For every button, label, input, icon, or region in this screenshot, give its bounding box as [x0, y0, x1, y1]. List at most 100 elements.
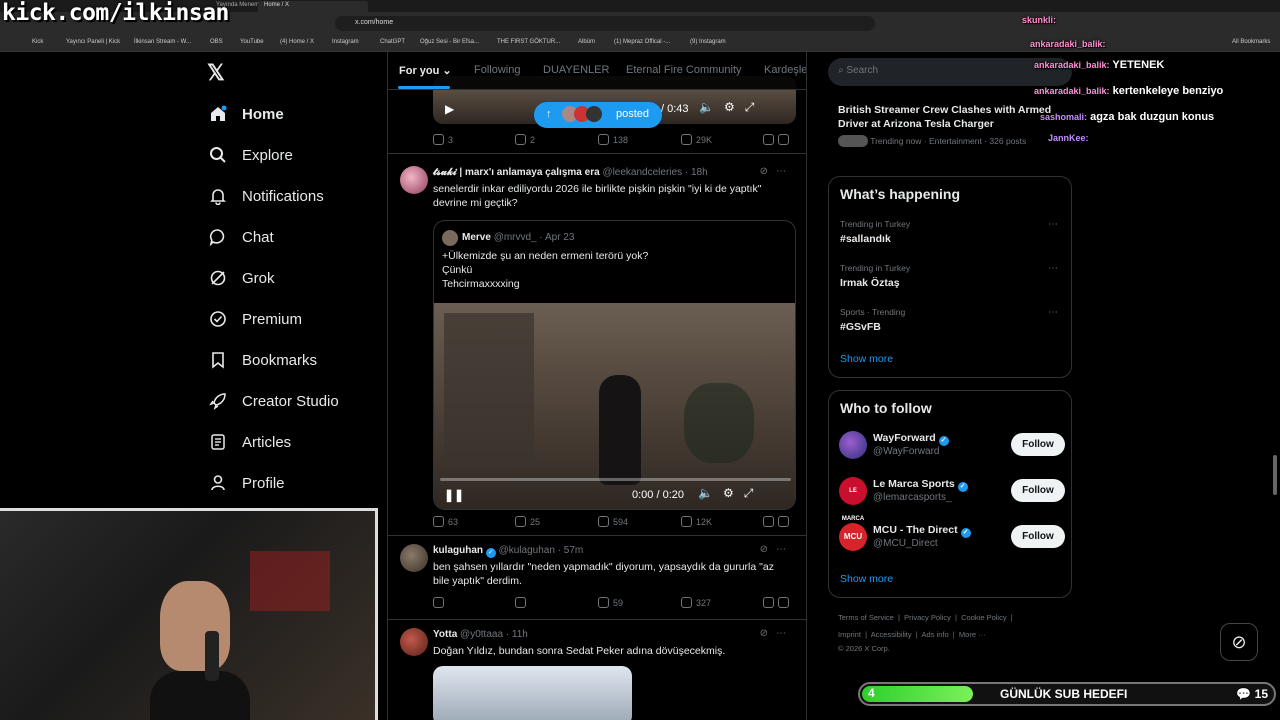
footer-link[interactable]: Cookie Policy [961, 613, 1006, 622]
grok-fab-icon[interactable]: ⊘ [1220, 623, 1258, 661]
author-handle[interactable]: @kulaguhan [499, 545, 555, 556]
views-button[interactable]: 29K [681, 134, 712, 145]
url-input[interactable]: x.com/home [335, 16, 875, 31]
bookmark-item[interactable]: THE FIRST GÖKTUR... [497, 39, 560, 45]
footer-link[interactable]: Terms of Service [838, 613, 894, 622]
author-name[interactable]: kulaguhan [433, 545, 483, 556]
tweet[interactable]: 𝓽𝓼𝓾𝓴𝓲 | marx'ı anlamaya çalışma era @lee… [388, 154, 806, 536]
like-button[interactable]: 138 [598, 134, 628, 145]
avatar[interactable] [400, 166, 428, 194]
bookmark-item[interactable]: YouTube [240, 39, 264, 45]
repost-button[interactable]: 25 [515, 516, 540, 527]
more-icon[interactable]: ⊘⋯ [760, 544, 794, 555]
tab-eternal-fire[interactable]: Eternal Fire Community [626, 64, 742, 76]
like-button[interactable]: 59 [598, 597, 623, 608]
quote-video[interactable]: ❚❚ 0:00 / 0:20 🔈⚙⤢ [434, 303, 795, 509]
tweet-time[interactable]: · 11h [506, 629, 528, 640]
tab-kardesle[interactable]: Kardeşle [764, 64, 806, 76]
sidebar-item-premium[interactable]: Premium [208, 304, 302, 334]
author-name[interactable]: Yotta [433, 629, 457, 640]
more-icon[interactable]: ⋯ [1048, 263, 1058, 274]
footer-link[interactable]: Ads info [922, 630, 949, 639]
follow-suggestion[interactable]: WayForward ✓ @WayForward Follow [839, 429, 1065, 463]
repost-button[interactable] [515, 597, 530, 608]
pause-icon[interactable]: ❚❚ [444, 488, 464, 502]
tweet-image[interactable] [433, 666, 632, 720]
like-button[interactable]: 594 [598, 516, 628, 527]
bookmark-item[interactable]: OBS [210, 39, 223, 45]
quote-tweet[interactable]: Merve @mrvvd_ · Apr 23 +Ülkemizde şu an … [433, 220, 796, 510]
reply-button[interactable]: 63 [433, 516, 458, 527]
bookmark-share-buttons[interactable] [763, 134, 789, 145]
sidebar-item-creator-studio[interactable]: Creator Studio [208, 386, 339, 416]
trend-item[interactable]: Trending in Turkey Irmak Öztaş ⋯ [840, 263, 1064, 289]
tab-following[interactable]: Following [474, 64, 520, 76]
tab-for-you[interactable]: For you ⌄ [399, 64, 452, 77]
x-logo-icon[interactable]: 𝕏 [207, 60, 225, 86]
repost-button[interactable]: 2 [515, 134, 535, 145]
tweet-time[interactable]: · 57m [558, 545, 584, 556]
bookmark-item[interactable]: All Bookmarks [1232, 39, 1270, 45]
video-tool-icons[interactable]: 🔈⚙⤢ [698, 486, 763, 501]
author-handle[interactable]: @leekandceleries [602, 167, 682, 178]
tweet-header: Yotta @y0ttaaa · 11h [433, 629, 528, 640]
author-name[interactable]: 𝓽𝓼𝓾𝓴𝓲 | marx'ı anlamaya çalışma era [433, 167, 600, 178]
more-icon[interactable]: ⋯ [1048, 307, 1058, 318]
show-more-link[interactable]: Show more [840, 353, 893, 365]
top-news-item[interactable]: British Streamer Crew Clashes with Armed… [838, 103, 1062, 147]
trend-item[interactable]: Trending in Turkey #sallandık ⋯ [840, 219, 1064, 245]
tab-duayenler[interactable]: DUAYENLER [543, 64, 609, 76]
new-posts-pill[interactable]: ↑ posted [534, 102, 662, 128]
tweet-time[interactable]: · 18h [685, 167, 708, 178]
bookmark-item[interactable]: Instagram [332, 39, 359, 45]
author-handle[interactable]: @y0ttaaa [460, 629, 503, 640]
follow-button[interactable]: Follow [1011, 433, 1065, 456]
bookmark-item[interactable]: Oğuz Sesi - Bir Efsa... [420, 39, 479, 45]
more-icon[interactable]: ⋯ [1048, 219, 1058, 230]
avatar[interactable] [400, 628, 428, 656]
sidebar-item-profile[interactable]: Profile [208, 468, 285, 498]
avatar[interactable] [400, 544, 428, 572]
bookmark-item[interactable]: (4) Home / X [280, 39, 314, 45]
sidebar-item-articles[interactable]: Articles [208, 427, 291, 457]
follow-suggestion[interactable]: MCU MCU - The Direct ✓ @MCU_Direct Follo… [839, 521, 1065, 555]
stream-url-overlay: kick.com/ilkinsan [2, 0, 229, 26]
bookmark-share-buttons[interactable] [763, 597, 789, 608]
follow-button[interactable]: Follow [1011, 479, 1065, 502]
footer-link[interactable]: Accessibility [871, 630, 912, 639]
follow-suggestion[interactable]: LE MARCA Le Marca Sports ✓ @lemarcasport… [839, 475, 1065, 522]
trend-item[interactable]: Sports · Trending #GSvFB ⋯ [840, 307, 1064, 333]
bookmark-item[interactable]: (9) Instagram [690, 39, 726, 45]
reply-button[interactable]: 3 [433, 134, 453, 145]
sidebar-item-explore[interactable]: Explore [208, 140, 293, 170]
tweet[interactable]: Yotta @y0ttaaa · 11h ⊘⋯ Doğan Yıldız, bu… [388, 620, 806, 720]
footer-link[interactable]: Privacy Policy [904, 613, 951, 622]
bookmark-share-buttons[interactable] [763, 516, 789, 527]
follow-button[interactable]: Follow [1011, 525, 1065, 548]
bookmark-item[interactable]: (1) Mepraz Offical -... [614, 39, 670, 45]
more-icon[interactable]: ⊘⋯ [760, 166, 794, 177]
bookmark-item[interactable]: Albüm [578, 39, 595, 45]
sidebar-item-home[interactable]: Home [208, 99, 284, 129]
scrollbar[interactable] [1273, 455, 1277, 495]
show-more-link[interactable]: Show more [840, 573, 893, 585]
video-progress[interactable] [440, 478, 791, 481]
more-icon[interactable]: ⊘⋯ [760, 628, 794, 639]
bookmark-item[interactable]: İlkinsan Stream - W... [134, 39, 191, 45]
bookmark-item[interactable]: ChatGPT [380, 39, 405, 45]
tweet[interactable]: kulaguhan ✓ @kulaguhan · 57m ⊘⋯ ben şahs… [388, 536, 806, 620]
bookmark-item[interactable]: Yayıncı Paneli | Kick [66, 39, 120, 45]
sidebar-item-bookmarks[interactable]: Bookmarks [208, 345, 317, 375]
video-tool-icons[interactable]: 🔈⚙⤢ [699, 100, 764, 115]
sidebar-item-grok[interactable]: Grok [208, 263, 275, 293]
play-icon[interactable]: ▶ [445, 102, 454, 116]
sidebar-item-notifications[interactable]: Notifications [208, 181, 324, 211]
bookmark-item[interactable]: Kick [32, 39, 43, 45]
views-button[interactable]: 327 [681, 597, 711, 608]
browser-tab-active[interactable]: Home / X [258, 1, 368, 12]
views-button[interactable]: 12K [681, 516, 712, 527]
footer-link[interactable]: Imprint [838, 630, 861, 639]
sidebar-item-chat[interactable]: Chat [208, 222, 274, 252]
footer-link[interactable]: More ··· [959, 630, 986, 639]
reply-button[interactable] [433, 597, 448, 608]
